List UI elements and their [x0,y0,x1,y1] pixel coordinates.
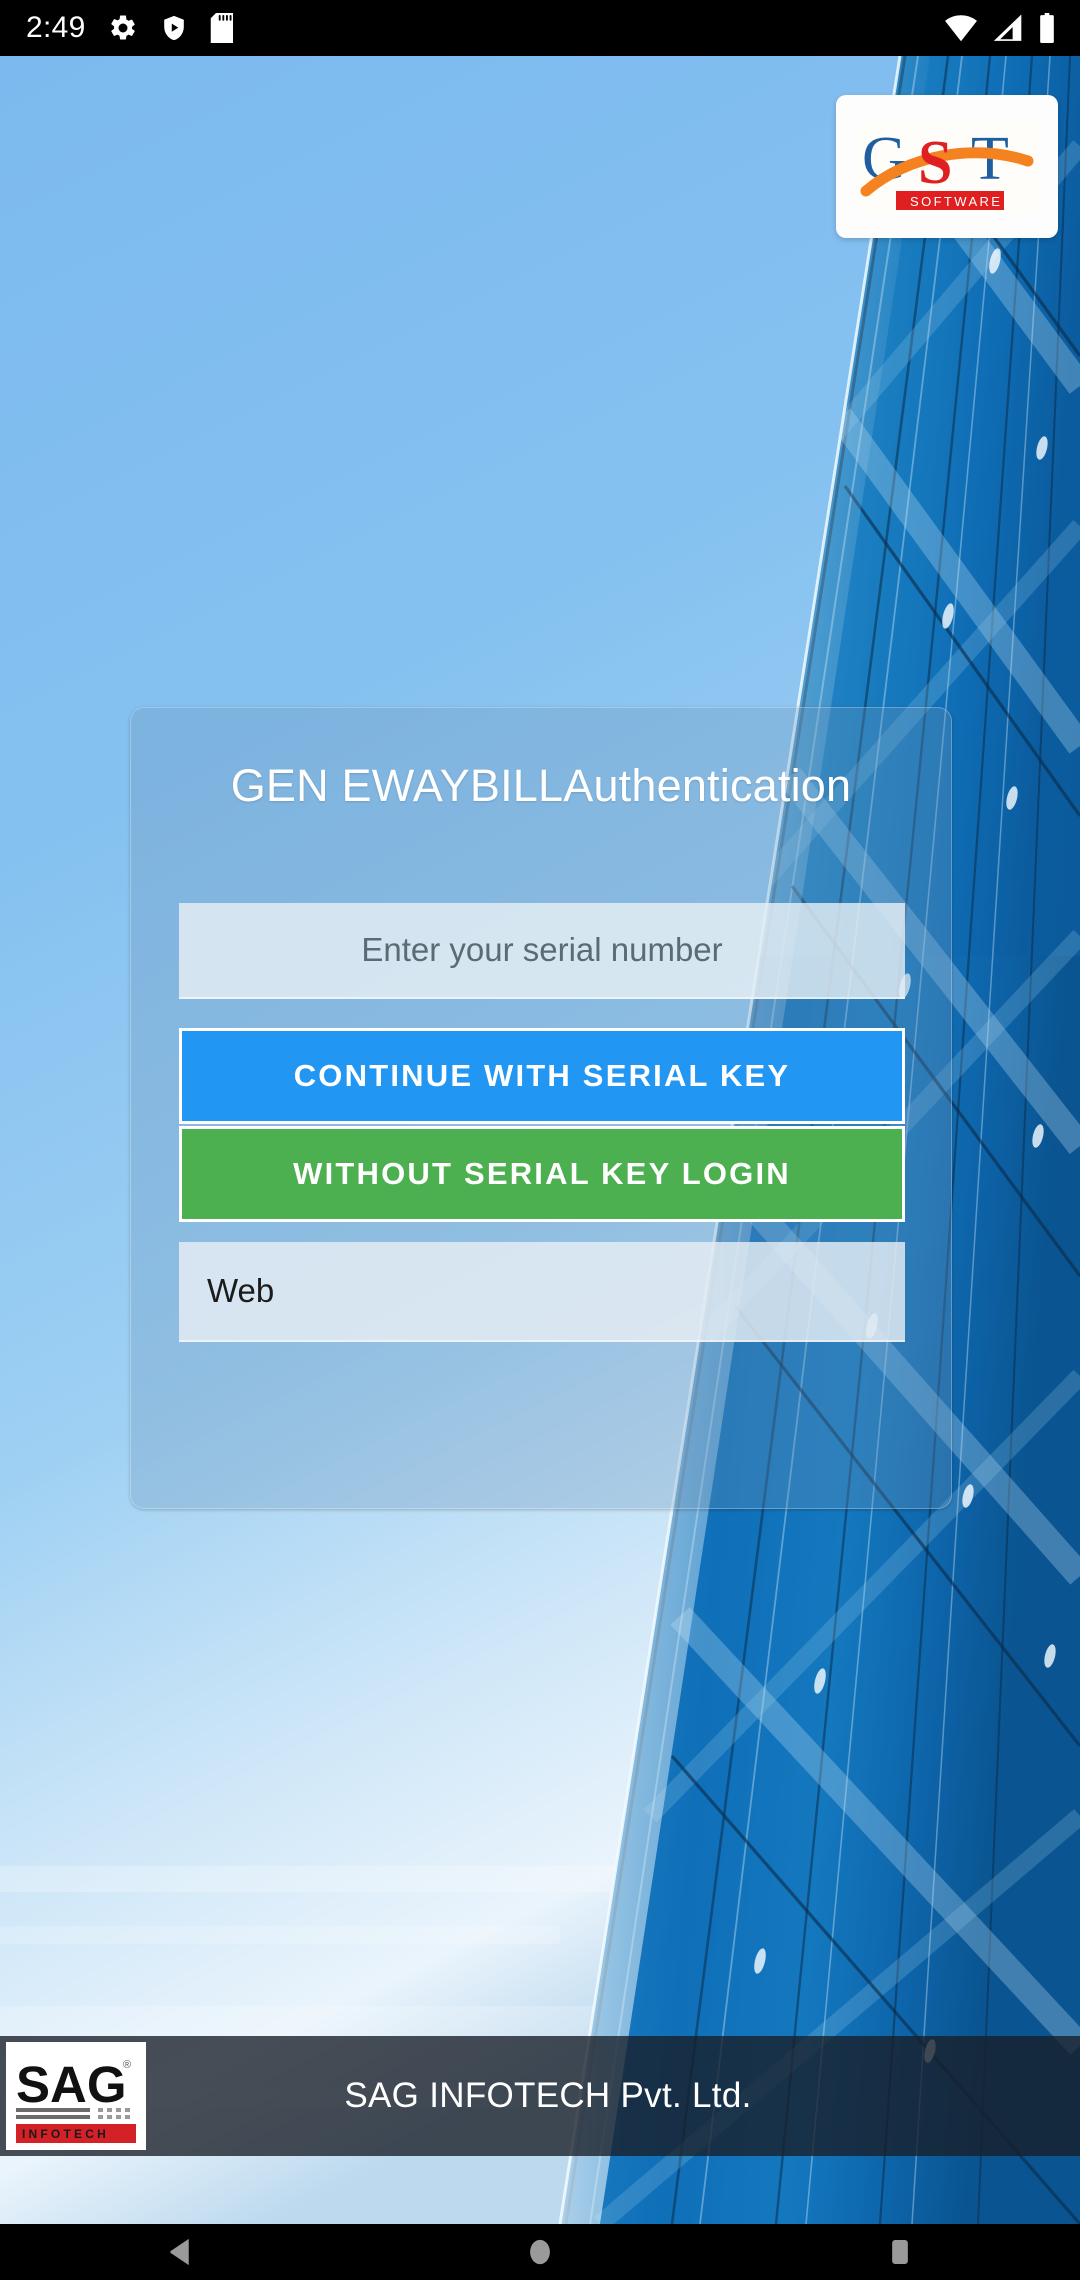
svg-text:S: S [918,129,952,197]
home-button[interactable] [465,2224,615,2280]
back-button[interactable] [105,2224,255,2280]
status-bar: 2:49 [0,0,1080,56]
sag-infotech-logo: SAG ® INFOTECH [6,2042,146,2150]
home-circle-icon [530,2239,550,2265]
brand-footer-bar: SAG ® INFOTECH SAG INFOTECH Pvt. Ltd. [0,2036,1080,2156]
continue-with-serial-key-button[interactable]: CONTINUE WITH SERIAL KEY [179,1028,905,1124]
sag-infotech-logo-icon: SAG ® INFOTECH [6,2042,146,2150]
status-clock: 2:49 [26,11,86,44]
web-input-value: Web [207,1272,275,1309]
gear-icon [110,15,135,40]
recents-square-icon [892,2240,908,2264]
continue-with-serial-key-label: CONTINUE WITH SERIAL KEY [293,1058,791,1093]
svg-text:INFOTECH: INFOTECH [22,2127,109,2141]
company-name: SAG INFOTECH Pvt. Ltd. [344,2076,752,2115]
gst-logo-card: G T S SOFTWARE [836,95,1058,238]
svg-text:SOFTWARE: SOFTWARE [910,194,1002,209]
without-serial-key-login-label: WITHOUT SERIAL KEY LOGIN [293,1156,791,1191]
back-triangle-icon [170,2238,189,2266]
recents-button[interactable] [825,2224,975,2280]
status-bar-right [944,13,1080,43]
gst-logo: G T S SOFTWARE [856,120,1038,213]
cell-signal-icon [993,14,1022,41]
svg-text:SAG: SAG [16,2056,127,2113]
wifi-icon [945,15,977,42]
play-protect-shield-icon [163,15,184,41]
gst-software-logo-icon: G T S SOFTWARE [856,120,1038,213]
without-serial-key-login-button[interactable]: WITHOUT SERIAL KEY LOGIN [179,1126,905,1222]
sd-card-icon [210,13,233,43]
svg-text:®: ® [123,2059,131,2071]
battery-icon [1040,13,1054,43]
page-title: GEN EWAYBILLAuthentication [230,760,852,811]
status-bar-left: 2:49 [0,11,234,45]
web-input[interactable]: Web [179,1242,905,1342]
app-screen: 2:49 G T S SOFTWARE GEN EWAYBILLAuthenti… [0,0,1080,2280]
serial-number-input[interactable]: Enter your serial number [179,903,905,999]
serial-number-placeholder: Enter your serial number [361,931,723,968]
android-navigation-bar [0,2224,1080,2280]
authentication-card: GEN EWAYBILLAuthentication Enter your se… [130,707,952,1509]
